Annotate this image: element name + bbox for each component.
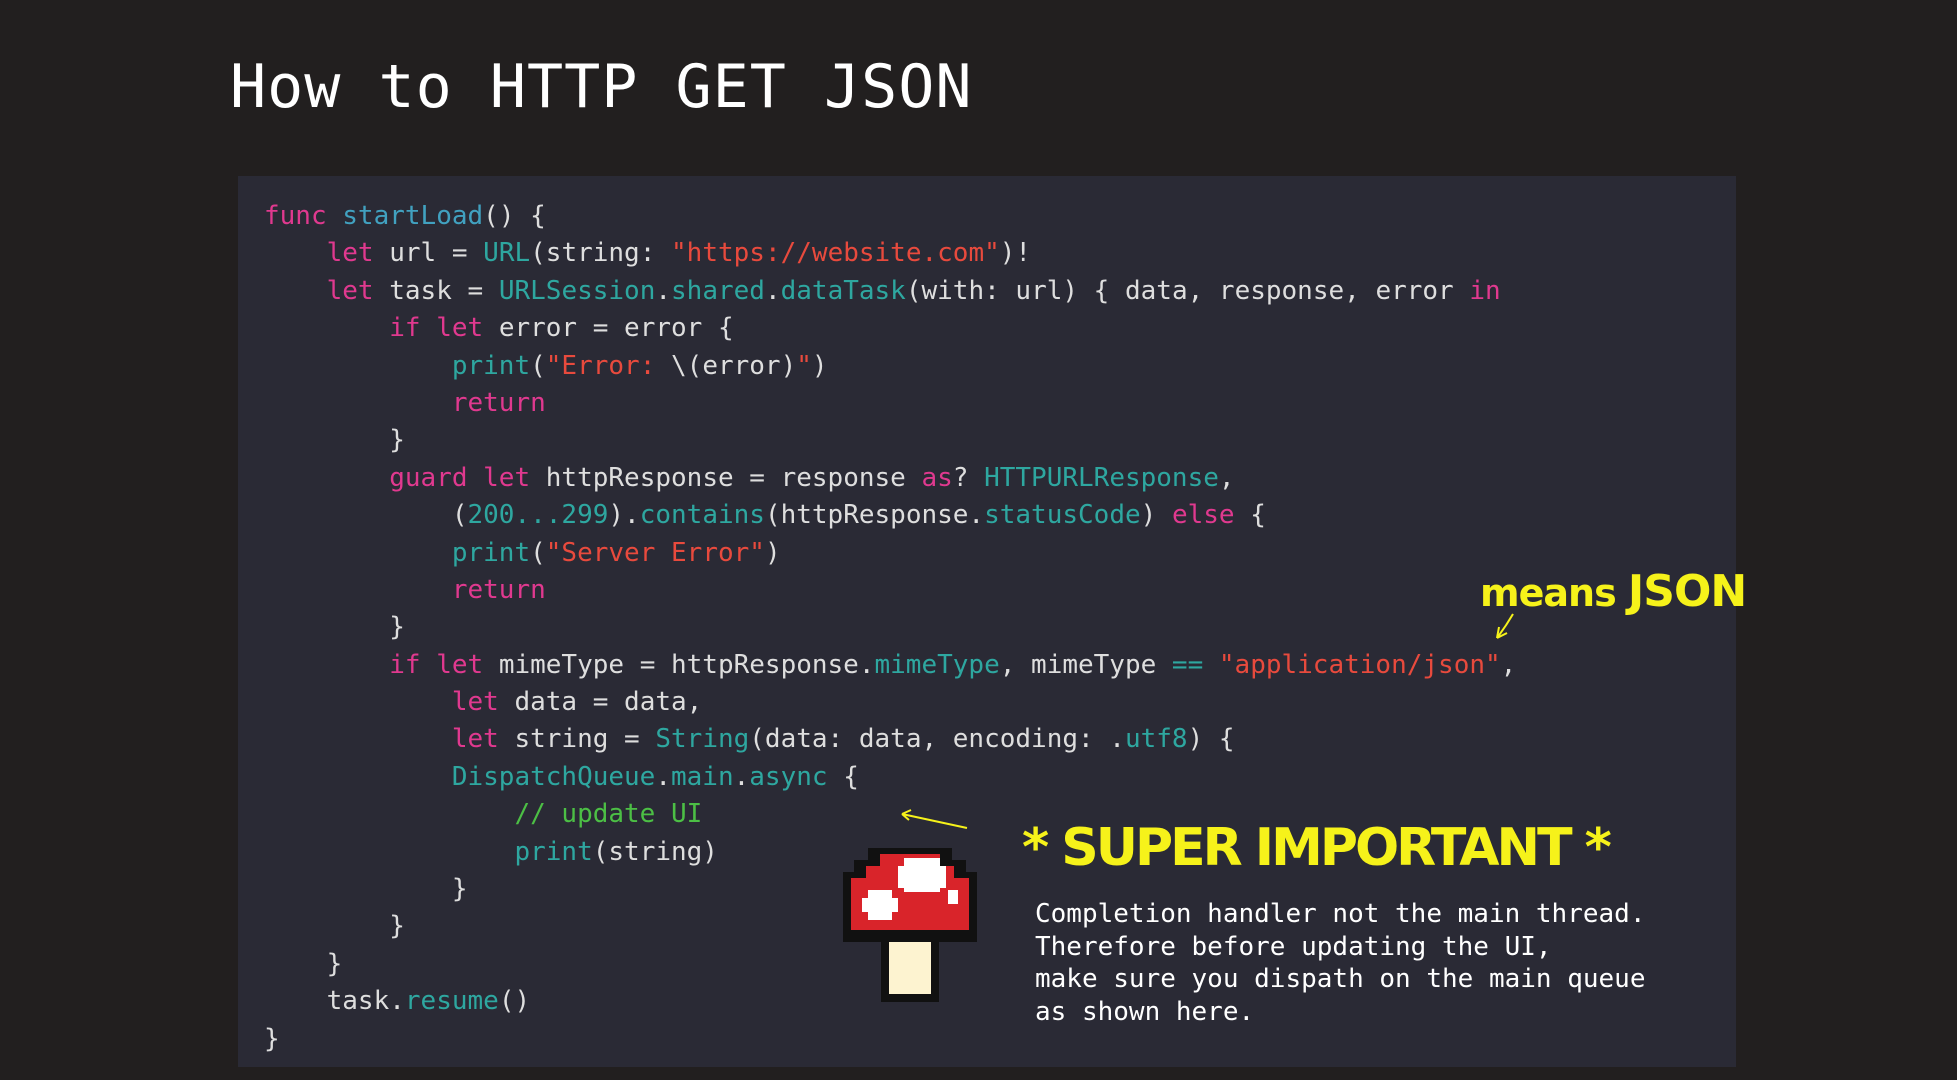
pixel-mushroom-icon [843,848,977,1002]
arrow-left-icon [901,809,968,829]
annotation-overlay [843,613,1514,1002]
arrow-down-left-icon [1496,613,1514,639]
